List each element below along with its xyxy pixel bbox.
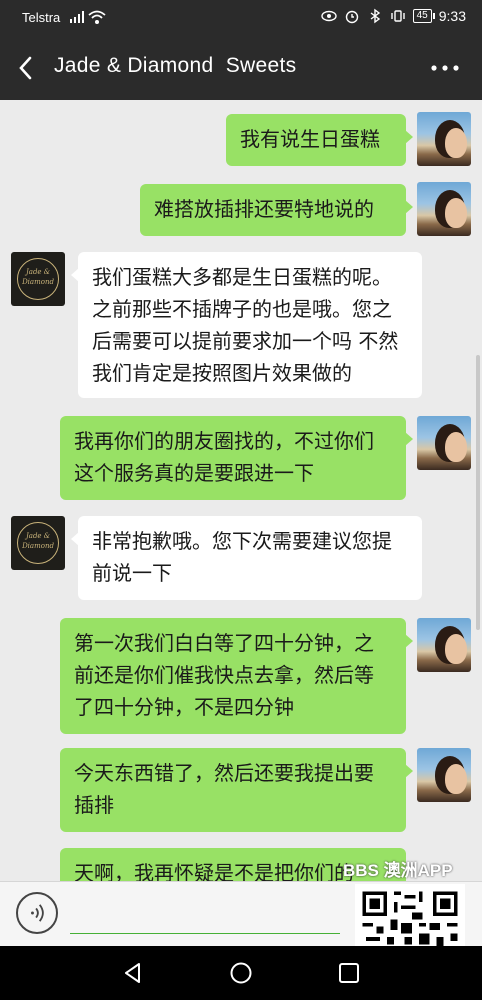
message-line: 后需要可以提前要求加一个吗 不然 <box>92 329 399 353</box>
eye-icon <box>320 10 337 22</box>
message-line: 非常抱歉哦。您下次需要建议您提 <box>92 529 392 553</box>
message-bubble-sent[interactable]: 第一次我们白白等了四十分钟，之 前还是你们催我快点去拿，然后等 了四十分钟，不是… <box>60 618 413 734</box>
more-options-icon[interactable] <box>430 60 460 76</box>
chat-message-list[interactable]: 我有说生日蛋糕 难搭放插排还要特地说的 Jade & Diamond 我们蛋糕大… <box>0 100 482 881</box>
message-line: 前说一下 <box>92 561 172 585</box>
vibrate-icon <box>390 10 405 22</box>
system-back-icon[interactable] <box>120 960 146 986</box>
message-line: 我们蛋糕大多都是生日蛋糕的呢。 <box>92 265 392 289</box>
my-avatar[interactable] <box>417 112 471 166</box>
back-arrow-icon[interactable] <box>14 54 40 82</box>
message-line: 第一次我们白白等了四十分钟，之 <box>74 631 374 655</box>
message-line: 我再你们的朋友圈找的，不过你们 <box>74 429 374 453</box>
shop-logo: Jade & Diamond <box>17 522 59 564</box>
system-home-icon[interactable] <box>228 960 254 986</box>
voice-input-icon[interactable] <box>16 892 58 934</box>
message-text-input[interactable] <box>70 894 340 934</box>
carrier-label: Telstra <box>22 10 61 25</box>
message-line: 插排 <box>74 793 114 817</box>
chat-title: Jade & Diamond Sweets <box>54 54 297 77</box>
battery-indicator: 45 <box>412 9 435 23</box>
message-bubble-sent[interactable]: 我有说生日蛋糕 <box>226 114 413 166</box>
message-line: 前还是你们催我快点去拿，然后等 <box>74 663 374 687</box>
signal-icon <box>70 11 84 23</box>
status-bar: Telstra 45 9:33 <box>0 0 482 36</box>
my-avatar[interactable] <box>417 748 471 802</box>
bluetooth-icon <box>370 8 380 24</box>
message-line: 我们肯定是按照图片效果做的 <box>92 361 352 385</box>
app-watermark: BBS 澳洲APP <box>343 861 453 880</box>
message-bubble-sent[interactable]: 难搭放插排还要特地说的 <box>140 184 413 236</box>
my-avatar[interactable] <box>417 182 471 236</box>
message-line: 了四十分钟，不是四分钟 <box>74 695 294 719</box>
message-bubble-sent[interactable]: 我再你们的朋友圈找的，不过你们 这个服务真的是要跟进一下 <box>60 416 413 500</box>
alarm-icon <box>345 10 358 24</box>
message-bubble-received[interactable]: 非常抱歉哦。您下次需要建议您提 前说一下 <box>71 516 422 600</box>
system-recents-icon[interactable] <box>336 960 362 986</box>
shop-avatar[interactable]: Jade & Diamond <box>11 516 65 570</box>
message-line: 之前那些不插牌子的也是哦。您之 <box>92 297 392 321</box>
clock: 9:33 <box>438 8 466 24</box>
chat-header: Jade & Diamond Sweets <box>0 36 482 100</box>
shop-avatar[interactable]: Jade & Diamond <box>11 252 65 306</box>
message-line: 这个服务真的是要跟进一下 <box>74 461 314 485</box>
message-bubble-sent[interactable]: 今天东西错了，然后还要我提出要 插排 <box>60 748 413 832</box>
wifi-icon <box>88 10 106 24</box>
message-line: 今天东西错了，然后还要我提出要 <box>74 761 374 785</box>
shop-logo: Jade & Diamond <box>17 258 59 300</box>
my-avatar[interactable] <box>417 416 471 470</box>
my-avatar[interactable] <box>417 618 471 672</box>
system-navigation-bar <box>0 946 482 1000</box>
chat-scrollbar[interactable] <box>476 355 480 630</box>
message-bubble-received[interactable]: 我们蛋糕大多都是生日蛋糕的呢。 之前那些不插牌子的也是哦。您之 后需要可以提前要… <box>71 252 422 398</box>
